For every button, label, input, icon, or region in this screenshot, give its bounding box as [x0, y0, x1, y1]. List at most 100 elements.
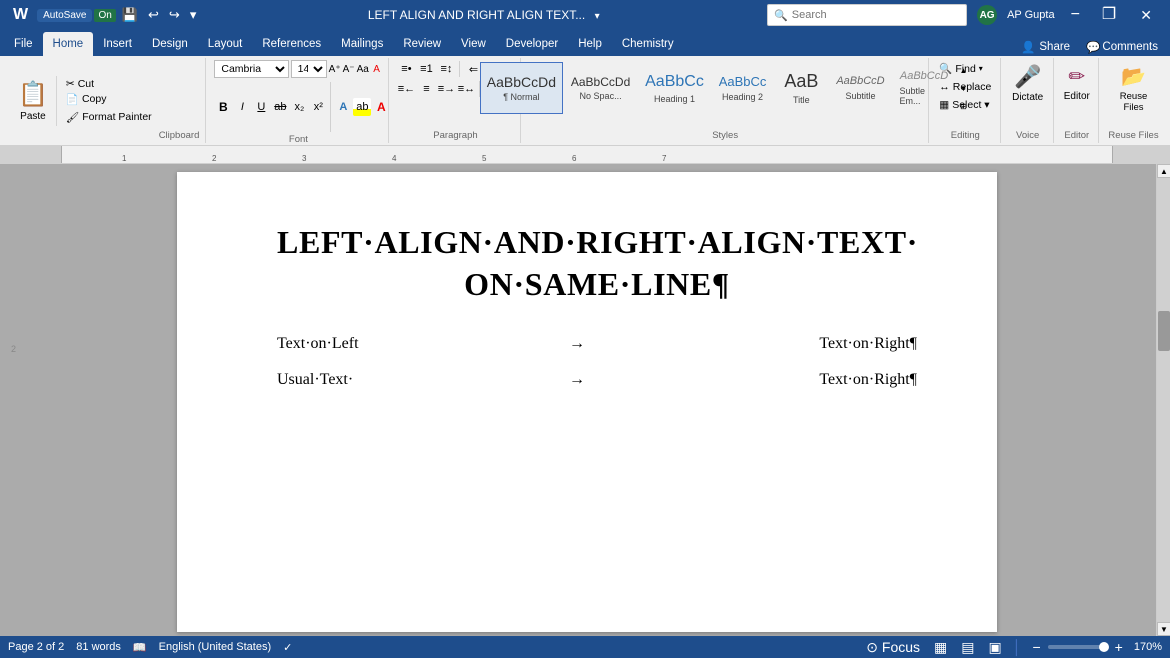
font-format-row: B I U ab x₂ x² A ab A [214, 82, 390, 132]
underline-button[interactable]: U [252, 98, 270, 116]
zoom-thumb[interactable] [1099, 642, 1109, 652]
comments-button[interactable]: 💬 Comments [1078, 38, 1166, 56]
bullets-button[interactable]: ≡• [397, 60, 415, 78]
copy-button[interactable]: 📄 Copy [63, 92, 155, 107]
grow-font-button[interactable]: A⁺ [329, 61, 341, 77]
zoom-in-button[interactable]: + [1112, 639, 1126, 655]
font-name-select[interactable]: Cambria [214, 60, 288, 78]
web-layout-view-button[interactable]: ▤ [958, 639, 977, 656]
format-painter-button[interactable]: 🖌 Format Painter [63, 110, 155, 125]
search-input[interactable] [792, 9, 960, 21]
clear-formatting-button[interactable]: A [371, 61, 383, 77]
copy-icon: 📄 [66, 93, 79, 106]
style-title[interactable]: AaB Title [774, 62, 828, 114]
justify-button[interactable]: ≡↔ [457, 80, 475, 98]
editor-button[interactable]: ✏ Editor [1058, 60, 1096, 106]
align-right-button[interactable]: ≡→ [437, 80, 455, 98]
tab-design[interactable]: Design [142, 32, 198, 56]
tab-developer[interactable]: Developer [496, 32, 568, 56]
print-layout-view-button[interactable]: ▦ [931, 639, 950, 656]
zoom-percent[interactable]: 170% [1134, 641, 1162, 653]
strikethrough-button[interactable]: ab [271, 98, 289, 116]
scroll-down-button[interactable]: ▼ [1157, 622, 1170, 636]
doc-row2-arrow: → [437, 371, 717, 389]
paste-button[interactable]: 📋 Paste [10, 76, 57, 126]
ribbon-group-editor: ✏ Editor Editor [1056, 58, 1100, 143]
redo-button[interactable]: ↪ [165, 5, 184, 25]
reuse-files-button[interactable]: 📂 Reuse Files [1107, 60, 1160, 117]
find-icon: 🔍 [939, 62, 952, 75]
document-title-content: LEFT·ALIGN·AND·RIGHT·ALIGN·TEXT· ON·SAME… [277, 222, 917, 305]
subscript-button[interactable]: x₂ [290, 98, 308, 116]
autosave-toggle[interactable]: On [94, 9, 115, 22]
status-bar: Page 2 of 2 81 words 📖 English (United S… [0, 636, 1170, 658]
highlight-color-button[interactable]: ab [353, 98, 371, 116]
style-heading2[interactable]: AaBbCc Heading 2 [712, 62, 774, 114]
scrollbar[interactable]: ▲ ▼ [1156, 164, 1170, 636]
align-center-button[interactable]: ≡ [417, 80, 435, 98]
align-left-button[interactable]: ≡← [397, 80, 415, 98]
ruler-tick-1: 1 [122, 154, 126, 163]
tab-file[interactable]: File [4, 32, 43, 56]
superscript-button[interactable]: x² [309, 98, 327, 116]
find-button[interactable]: 🔍 Find ▾ [935, 60, 995, 77]
tab-chemistry[interactable]: Chemistry [612, 32, 684, 56]
ruler-tick-7: 7 [662, 154, 666, 163]
shrink-font-button[interactable]: A⁻ [343, 61, 355, 77]
zoom-out-button[interactable]: − [1029, 639, 1043, 655]
zoom-slider[interactable] [1048, 645, 1108, 649]
dropdown-arrow[interactable]: ▾ [595, 11, 600, 22]
tab-review[interactable]: Review [393, 32, 451, 56]
zoom-control: − + [1029, 639, 1125, 655]
spellcheck-icon[interactable]: 📖 [133, 641, 147, 654]
text-effects-button[interactable]: A [334, 98, 352, 116]
doc-row1-arrow: → [437, 335, 717, 353]
cut-button[interactable]: ✂ Cut [63, 77, 155, 91]
style-heading1[interactable]: AaBbCc Heading 1 [638, 62, 711, 114]
tab-insert[interactable]: Insert [93, 32, 142, 56]
scroll-track[interactable] [1157, 178, 1170, 622]
undo-button[interactable]: ↩ [144, 5, 163, 25]
share-button[interactable]: 👤 Share [1013, 38, 1078, 56]
style-normal[interactable]: AaBbCcDd ¶ Normal [480, 62, 563, 114]
font-color-button[interactable]: A [372, 98, 390, 116]
replace-button[interactable]: ↔ Replace [935, 79, 995, 95]
style-no-space[interactable]: AaBbCcDd No Spac... [564, 62, 637, 114]
scroll-thumb[interactable] [1158, 311, 1170, 351]
style-normal-label: ¶ Normal [503, 92, 539, 102]
bold-button[interactable]: B [214, 98, 232, 116]
tab-references[interactable]: References [252, 32, 331, 56]
focus-button[interactable]: ⊙ Focus [863, 639, 923, 656]
tab-home[interactable]: Home [43, 32, 94, 56]
scroll-area[interactable]: LEFT·ALIGN·AND·RIGHT·ALIGN·TEXT· ON·SAME… [18, 164, 1156, 636]
italic-button[interactable]: I [233, 98, 251, 116]
style-subtitle[interactable]: AaBbCcD Subtitle [829, 62, 891, 114]
scroll-up-button[interactable]: ▲ [1157, 164, 1170, 178]
dictate-button[interactable]: 🎤 Dictate [1004, 60, 1051, 107]
font-group-label: Font [289, 132, 308, 145]
restore-button[interactable]: ❐ [1096, 0, 1122, 30]
read-view-button[interactable]: ▣ [986, 639, 1005, 656]
reuse-files-icon: 📂 [1121, 64, 1146, 89]
user-avatar[interactable]: AG [977, 5, 997, 25]
customize-qat-button[interactable]: ▾ [186, 5, 201, 25]
style-nospace-preview: AaBbCcDd [571, 75, 630, 89]
minimize-button[interactable]: − [1065, 0, 1086, 30]
font-size-select[interactable]: 14 [291, 60, 327, 78]
search-box[interactable]: 🔍 [767, 4, 967, 26]
change-case-button[interactable]: Aa [357, 61, 369, 77]
tab-help[interactable]: Help [568, 32, 612, 56]
tab-mailings[interactable]: Mailings [331, 32, 393, 56]
select-button[interactable]: ▦ Select ▾ [935, 97, 995, 113]
close-button[interactable]: ✕ [1132, 0, 1160, 30]
tab-layout[interactable]: Layout [198, 32, 253, 56]
ribbon-group-clipboard: 📋 Paste ✂ Cut 📄 Copy 🖌 Format Painter Cl… [4, 58, 206, 143]
tab-view[interactable]: View [451, 32, 496, 56]
focus-icon: ⊙ [866, 639, 878, 655]
style-normal-preview: AaBbCcDd [487, 74, 556, 91]
numbering-button[interactable]: ≡1 [417, 60, 435, 78]
multilevel-button[interactable]: ≡↕ [437, 60, 455, 78]
language-info[interactable]: English (United States) [159, 641, 272, 653]
save-button[interactable]: 💾 [118, 5, 142, 25]
accessibility-check[interactable]: ✓ [283, 641, 292, 654]
